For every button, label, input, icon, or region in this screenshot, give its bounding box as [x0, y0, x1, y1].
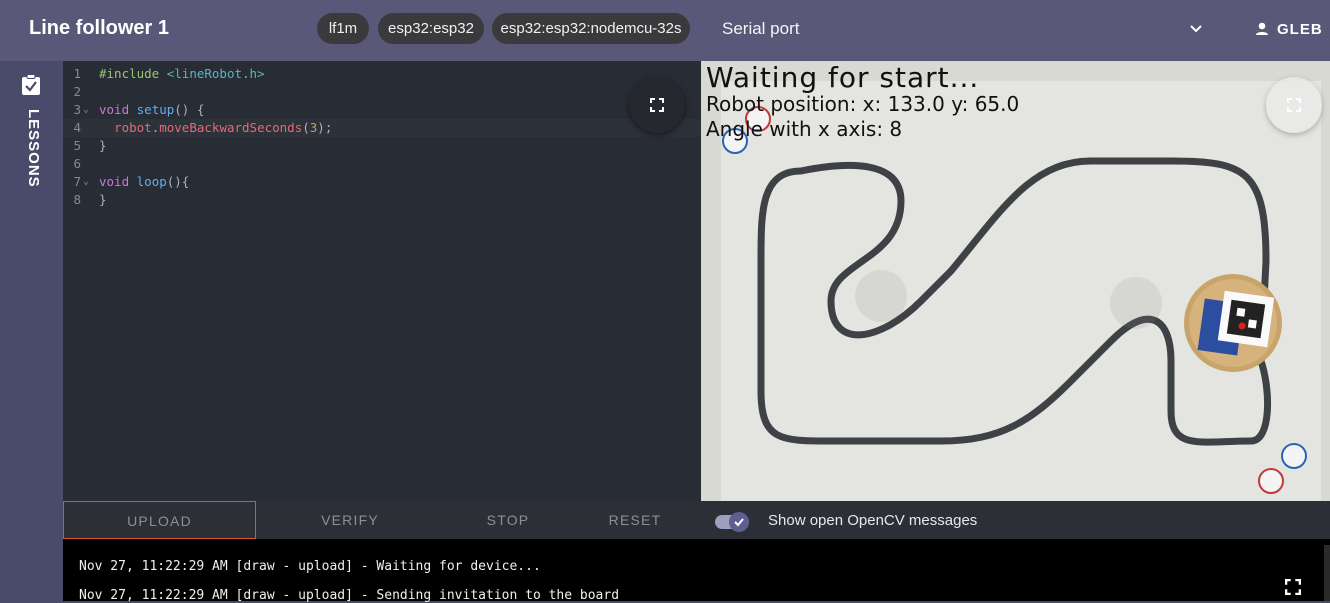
cv-angle-text: Angle with x axis: 8	[706, 117, 903, 141]
cv-position-text: Robot position: x: 133.0 y: 65.0	[706, 92, 1020, 116]
cv-status-text: Waiting for start...	[706, 61, 980, 94]
chevron-down-icon[interactable]	[1188, 22, 1204, 36]
code-token: void	[99, 102, 130, 117]
project-title: Line follower 1	[29, 17, 170, 39]
console-output: Nov 27, 11:22:29 AM [draw - upload] - Wa…	[63, 539, 1330, 603]
code-token: #include	[99, 66, 160, 81]
opencv-switch[interactable]	[729, 512, 749, 532]
code-line: 1 #include <lineRobot.h>	[63, 65, 701, 83]
fullscreen-icon	[650, 98, 664, 112]
code-token: robot	[114, 120, 152, 135]
code-token: moveBackwardSeconds	[159, 120, 303, 135]
fold-icon[interactable]: ⌄	[83, 101, 89, 119]
opencv-toggle-bar: Show open OpenCV messages	[701, 501, 1330, 539]
editor-fullscreen-button[interactable]	[629, 77, 685, 133]
code-token: (	[302, 120, 310, 135]
code-line: 3 ⌄ void setup() {	[63, 101, 701, 119]
reset-button[interactable]: RESET	[593, 501, 677, 539]
code-line: 8 }	[63, 191, 701, 209]
console-fullscreen-icon[interactable]	[1285, 579, 1301, 595]
chip-platform[interactable]: esp32:esp32	[378, 13, 484, 44]
code-token: loop	[136, 174, 167, 189]
line-number: 6	[73, 156, 81, 171]
line-number: 7	[73, 174, 81, 189]
code-token: () {	[174, 102, 205, 117]
code-token: <lineRobot.h>	[166, 66, 265, 81]
code-line: 5 }	[63, 137, 701, 155]
line-number: 1	[73, 66, 81, 81]
code-line: 6	[63, 155, 701, 173]
console-line: Nov 27, 11:22:29 AM [draw - upload] - Wa…	[79, 559, 541, 574]
top-bar: Line follower 1 lf1m esp32:esp32 esp32:e…	[0, 0, 1330, 61]
chip-project-id[interactable]: lf1m	[317, 13, 369, 44]
line-number: 8	[73, 192, 81, 207]
code-token: }	[99, 192, 107, 207]
camera-fullscreen-button[interactable]	[1266, 77, 1322, 133]
opencv-toggle-label: Show open OpenCV messages	[768, 512, 978, 529]
camera-feed: Waiting for start... Robot position: x: …	[701, 61, 1330, 539]
line-number: 5	[73, 138, 81, 153]
line-number: 2	[73, 84, 81, 99]
action-toolbar: UPLOAD VERIFY STOP RESET	[63, 501, 701, 539]
clipboard-check-icon[interactable]	[21, 74, 41, 96]
serial-port-select[interactable]: Serial port	[722, 19, 799, 39]
code-line: 2	[63, 83, 701, 101]
stop-button[interactable]: STOP	[463, 501, 553, 539]
code-editor[interactable]: 1 #include <lineRobot.h> 2 3 ⌄ void setu…	[63, 61, 701, 501]
person-icon	[1256, 22, 1268, 35]
code-line: 7 ⌄ void loop(){	[63, 173, 701, 191]
sidebar: LESSONS	[0, 61, 63, 601]
upload-button[interactable]: UPLOAD	[63, 501, 256, 539]
lessons-tab[interactable]: LESSONS	[22, 109, 42, 188]
user-menu[interactable]: GLEB	[1255, 20, 1323, 38]
console-scrollbar[interactable]	[1324, 545, 1330, 601]
code-token: void	[99, 174, 130, 189]
line-number: 4	[73, 120, 81, 135]
code-token: }	[99, 138, 107, 153]
line-number: 3	[73, 102, 81, 117]
check-icon	[734, 518, 744, 527]
user-name: GLEB	[1277, 20, 1323, 38]
code-line-active: 4 robot.moveBackwardSeconds(3);	[63, 119, 701, 137]
chip-board[interactable]: esp32:esp32:nodemcu-32s	[492, 13, 690, 44]
code-token: setup	[136, 102, 175, 117]
fullscreen-icon	[1287, 98, 1301, 112]
code-token: );	[317, 120, 333, 135]
verify-button[interactable]: VERIFY	[285, 501, 415, 539]
code-token: (){	[166, 174, 190, 189]
fold-icon[interactable]: ⌄	[83, 173, 89, 191]
